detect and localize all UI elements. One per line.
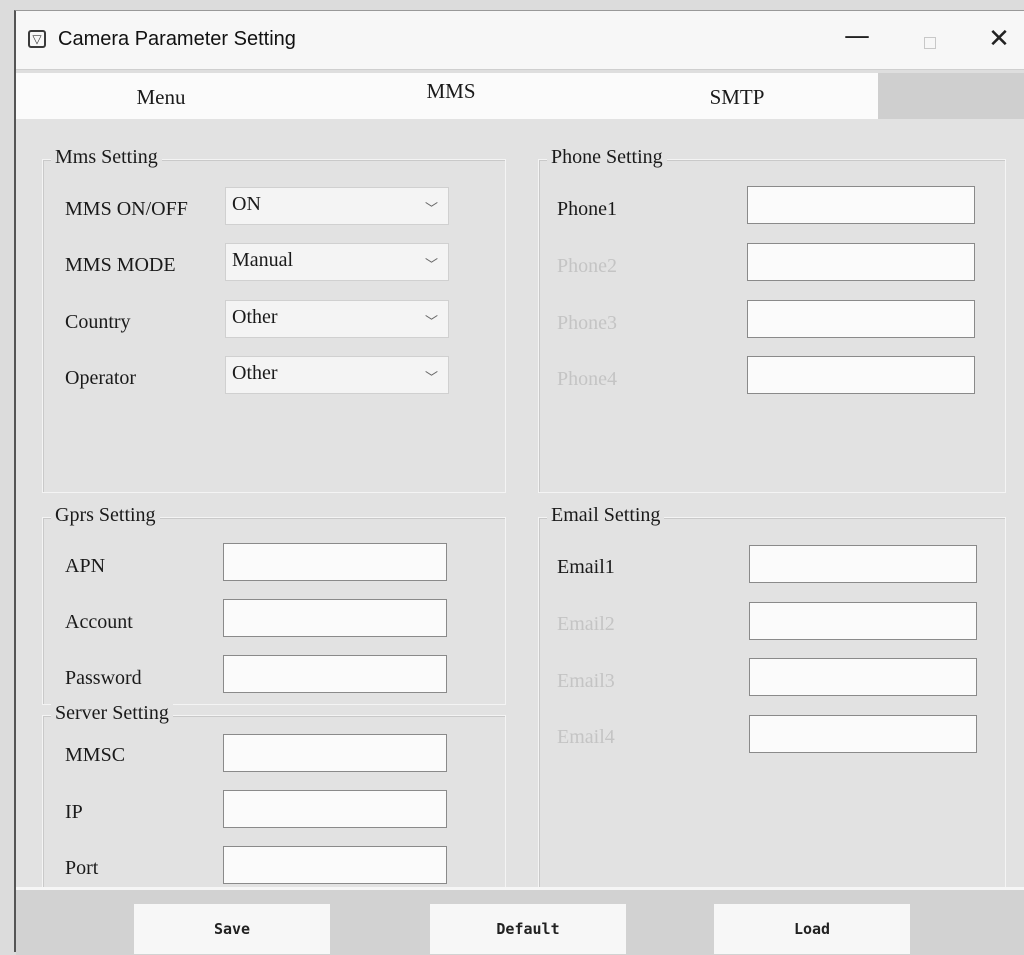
account-label: Account	[65, 611, 133, 633]
email4-input[interactable]	[749, 715, 977, 753]
email2-input[interactable]	[749, 602, 977, 640]
phone2-input[interactable]	[747, 243, 975, 281]
email-setting-group: Email Setting Email1 Email2 Email3 Email…	[538, 504, 1006, 888]
selected-value: Manual	[232, 249, 294, 271]
ip-input[interactable]	[223, 790, 447, 828]
chevron-down-icon: ﹀	[424, 315, 438, 330]
operator-select[interactable]: Other ﹀	[225, 356, 449, 394]
selected-value: ON	[232, 193, 261, 215]
email3-input[interactable]	[749, 658, 977, 696]
tab-bar: Menu MMS SMTP	[16, 73, 1024, 119]
mms-mode-label: MMS MODE	[65, 254, 176, 276]
phone3-label: Phone3	[557, 312, 617, 334]
email1-input[interactable]	[749, 545, 977, 583]
phone3-input[interactable]	[747, 300, 975, 338]
camera-parameter-window: ▽ Camera Parameter Setting — ✕ Menu MMS …	[14, 10, 1024, 955]
chevron-down-icon: ﹀	[424, 258, 438, 273]
mms-mode-select[interactable]: Manual ﹀	[225, 243, 449, 281]
title-bar: ▽ Camera Parameter Setting — ✕	[16, 11, 1024, 70]
tab-smtp[interactable]: SMTP	[596, 73, 878, 119]
phone2-label: Phone2	[557, 255, 617, 277]
maximize-button[interactable]	[906, 19, 952, 59]
group-title: Email Setting	[547, 504, 665, 527]
group-title: Mms Setting	[51, 146, 162, 169]
ip-label: IP	[65, 801, 83, 823]
port-label: Port	[65, 857, 99, 879]
selected-value: Other	[232, 362, 278, 384]
maximize-icon	[924, 37, 936, 49]
password-input[interactable]	[223, 655, 447, 693]
email2-label: Email2	[557, 613, 615, 635]
camera-app-icon: ▽	[28, 30, 46, 48]
mms-setting-group: Mms Setting MMS ON/OFF ON ﹀ MMS MODE Man…	[42, 146, 506, 493]
password-label: Password	[65, 667, 142, 689]
country-label: Country	[65, 311, 131, 333]
group-title: Server Setting	[51, 702, 173, 725]
load-button[interactable]: Load	[714, 904, 910, 954]
gprs-setting-group: Gprs Setting APN Account Password	[42, 504, 506, 705]
phone1-input[interactable]	[747, 186, 975, 224]
mmsc-input[interactable]	[223, 734, 447, 772]
default-button[interactable]: Default	[430, 904, 626, 954]
phone-setting-group: Phone Setting Phone1 Phone2 Phone3 Phone…	[538, 146, 1006, 493]
apn-label: APN	[65, 555, 106, 577]
account-input[interactable]	[223, 599, 447, 637]
apn-input[interactable]	[223, 543, 447, 581]
group-title: Phone Setting	[547, 146, 667, 169]
phone4-input[interactable]	[747, 356, 975, 394]
mms-tab-panel: Mms Setting MMS ON/OFF ON ﹀ MMS MODE Man…	[16, 119, 1024, 888]
tab-menu[interactable]: Menu	[16, 73, 306, 119]
chevron-down-icon: ﹀	[424, 202, 438, 217]
mms-onoff-label: MMS ON/OFF	[65, 198, 188, 220]
phone4-label: Phone4	[557, 368, 617, 390]
phone1-label: Phone1	[557, 198, 617, 220]
close-button[interactable]: ✕	[976, 19, 1022, 59]
window-title: Camera Parameter Setting	[58, 28, 296, 50]
port-input[interactable]	[223, 846, 447, 884]
tab-mms[interactable]: MMS	[306, 73, 596, 119]
save-button[interactable]: Save	[134, 904, 330, 954]
email3-label: Email3	[557, 670, 615, 692]
email1-label: Email1	[557, 556, 615, 578]
minimize-button[interactable]: —	[834, 19, 880, 59]
group-title: Gprs Setting	[51, 504, 160, 527]
server-setting-group: Server Setting MMSC IP Port	[42, 702, 506, 888]
country-select[interactable]: Other ﹀	[225, 300, 449, 338]
operator-label: Operator	[65, 367, 137, 389]
mmsc-label: MMSC	[65, 744, 126, 766]
email4-label: Email4	[557, 726, 615, 748]
chevron-down-icon: ﹀	[424, 371, 438, 386]
mms-onoff-select[interactable]: ON ﹀	[225, 187, 449, 225]
button-bar: Save Default Load	[16, 887, 1024, 955]
selected-value: Other	[232, 306, 278, 328]
